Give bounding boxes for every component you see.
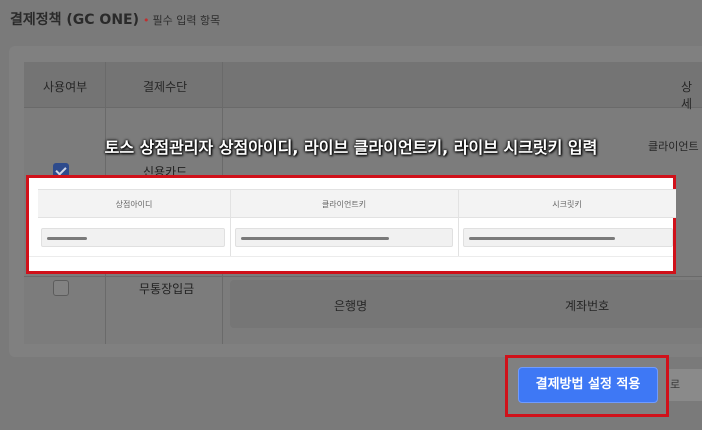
method-label-bank: 무통장입금 xyxy=(139,282,195,296)
secret-key-input[interactable] xyxy=(463,228,673,247)
apply-payment-settings-button[interactable]: 결제방법 설정 적용 xyxy=(518,367,658,403)
header-use: 사용여부 xyxy=(43,80,88,94)
store-id-label: 상점아이디 xyxy=(115,200,153,209)
fields-bottom-border xyxy=(29,256,673,257)
secret-key-label: 시크릿키 xyxy=(552,200,582,209)
instruction-caption: 토스 상점관리자 상점아이디, 라이브 클라이언트키, 라이브 시크릿키 입력 xyxy=(104,138,598,157)
redacted-value xyxy=(241,237,389,240)
bank-name-label: 은행명 xyxy=(334,299,368,313)
bank-transfer-checkbox[interactable] xyxy=(53,280,69,296)
table-header xyxy=(24,62,702,108)
store-id-input[interactable] xyxy=(41,228,225,247)
redacted-value xyxy=(469,237,615,240)
redacted-value xyxy=(47,237,87,240)
secondary-button[interactable]: 로 xyxy=(664,369,702,401)
page-title: 결제정책 (GC ONE) xyxy=(10,12,140,28)
row-divider xyxy=(24,276,702,277)
client-key-input[interactable] xyxy=(235,228,453,247)
required-note-text: 필수 입력 항목 xyxy=(152,14,221,27)
header-detail: 상세 xyxy=(681,80,693,111)
bank-info-panel xyxy=(230,280,702,328)
header-method: 결제수단 xyxy=(143,80,188,94)
required-note: • 필수 입력 항목 xyxy=(143,12,220,28)
toss-keys-panel: 상점아이디 클라이언트키 시크릿키 xyxy=(26,175,676,274)
required-dot-icon: • xyxy=(143,14,150,27)
client-key-label: 클라이언트키 xyxy=(321,200,367,209)
account-number-label: 계좌번호 xyxy=(565,299,610,313)
